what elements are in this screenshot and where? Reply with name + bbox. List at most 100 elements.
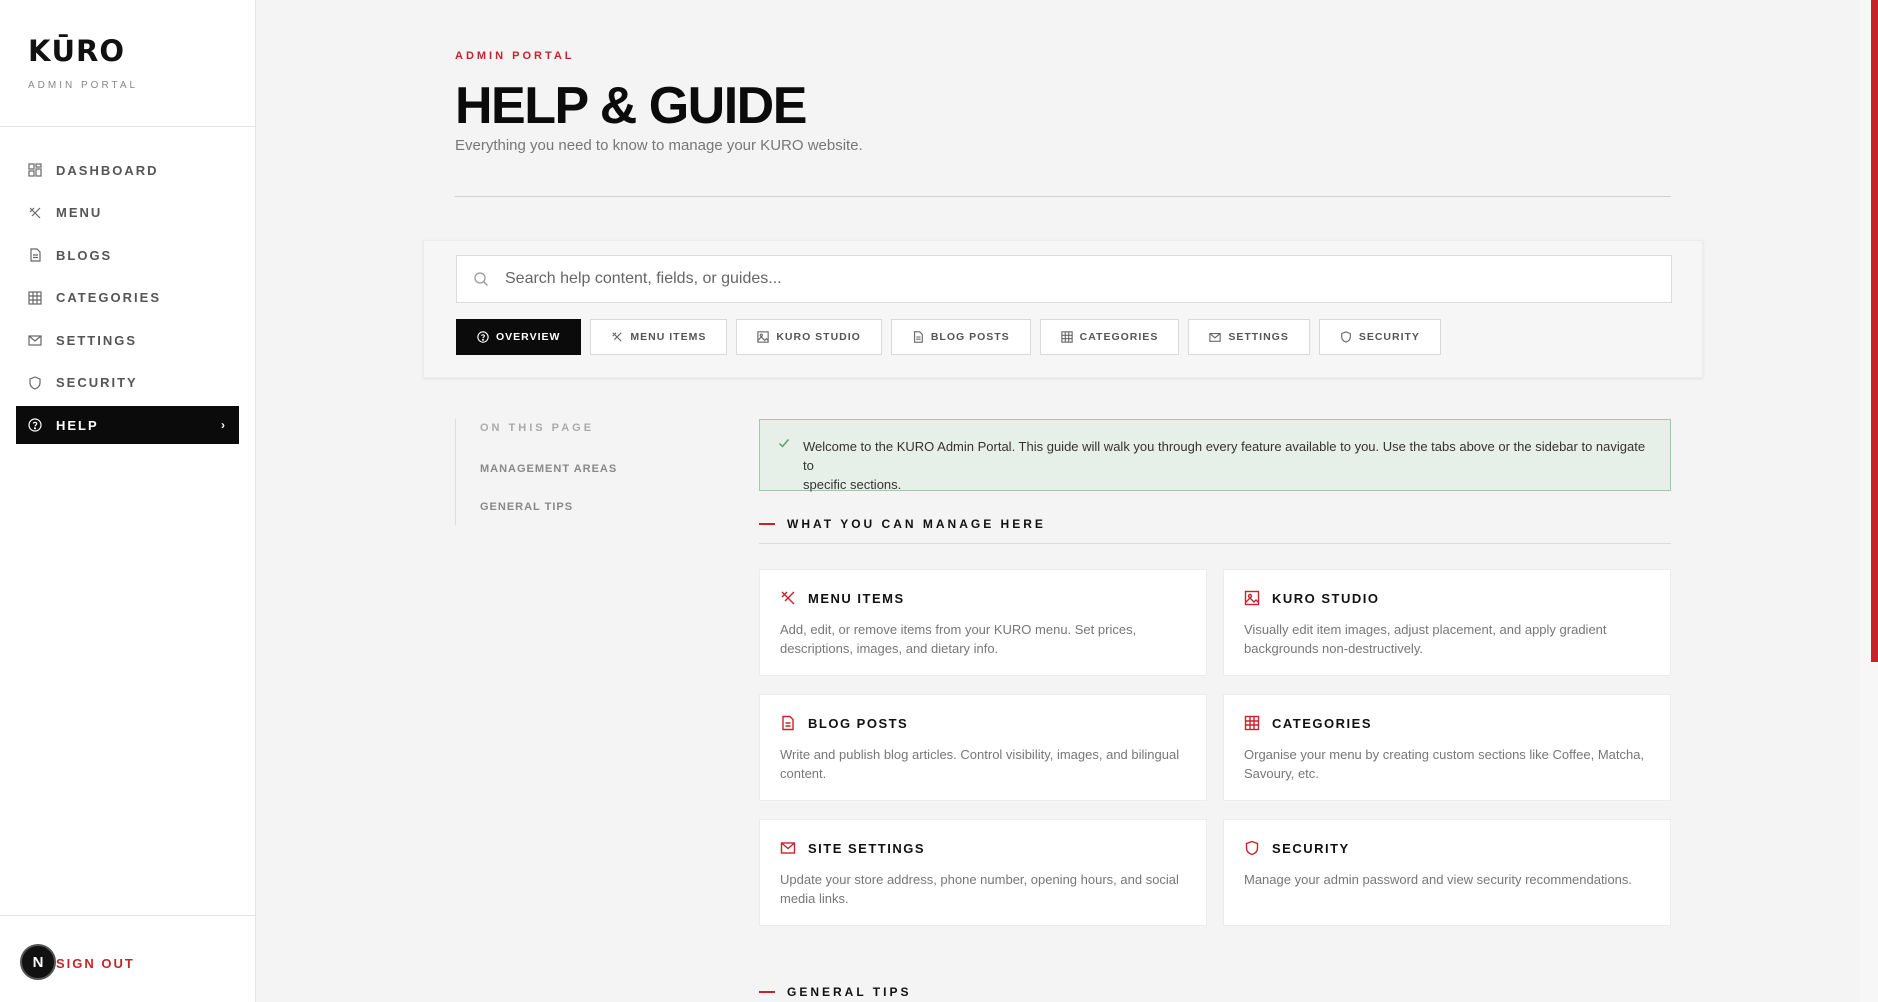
utensils-icon — [780, 590, 796, 606]
toc-item-general-tips[interactable]: GENERAL TIPS — [480, 501, 655, 513]
card-kuro-studio[interactable]: KURO STUDIO Visually edit item images, a… — [1223, 569, 1671, 676]
grid-icon — [1060, 331, 1073, 343]
card-description: Write and publish blog articles. Control… — [780, 747, 1180, 781]
tab-menu-items[interactable]: MENU ITEMS — [590, 319, 728, 355]
sidebar-item-label: SETTINGS — [56, 332, 138, 348]
tab-label: OVERVIEW — [496, 331, 561, 343]
mail-icon — [780, 840, 796, 856]
card-title: SITE SETTINGS — [808, 840, 926, 856]
card-title: SECURITY — [1272, 840, 1350, 856]
sidebar-item-dashboard[interactable]: DASHBOARD — [16, 151, 239, 189]
sidebar-item-label: BLOGS — [56, 247, 113, 263]
tab-label: MENU ITEMS — [630, 331, 707, 343]
scrollbar[interactable] — [1860, 0, 1878, 1002]
toc-title: ON THIS PAGE — [480, 422, 595, 434]
grid-icon — [1244, 715, 1260, 731]
mail-icon — [28, 333, 42, 347]
card-header: CATEGORIES — [1244, 715, 1650, 731]
brand-logo[interactable]: KŪRO — [28, 36, 227, 66]
sidebar-item-blogs[interactable]: BLOGS — [16, 236, 239, 274]
brand-subtitle: ADMIN PORTAL — [28, 80, 139, 91]
sign-out-button[interactable]: SIGN OUT — [56, 956, 135, 971]
grid-icon — [28, 290, 42, 305]
section-dash — [759, 991, 775, 993]
tab-settings[interactable]: SETTINGS — [1188, 319, 1310, 355]
utensils-icon — [28, 206, 42, 220]
card-header: MENU ITEMS — [780, 590, 1186, 606]
scrollbar-thumb[interactable] — [1871, 0, 1878, 662]
card-blog-posts[interactable]: BLOG POSTS Write and publish blog articl… — [759, 694, 1207, 801]
shield-icon — [28, 375, 42, 390]
search-input[interactable] — [505, 270, 1655, 288]
divider — [759, 543, 1671, 544]
on-this-page-nav: ON THIS PAGE MANAGEMENT AREAS GENERAL TI… — [455, 419, 655, 525]
card-description: Visually edit item images, adjust placem… — [1244, 622, 1607, 656]
card-site-settings[interactable]: SITE SETTINGS Update your store address,… — [759, 819, 1207, 926]
welcome-text-line1: Welcome to the KURO Admin Portal. This g… — [803, 439, 1646, 473]
search-panel: OVERVIEW MENU ITEMS KURO STUDIO BLOG POS… — [423, 240, 1703, 378]
help-tabs: OVERVIEW MENU ITEMS KURO STUDIO BLOG POS… — [456, 319, 1450, 355]
sidebar-item-security[interactable]: SECURITY — [16, 364, 239, 402]
help-circle-icon — [477, 331, 489, 343]
card-header: KURO STUDIO — [1244, 590, 1650, 606]
sidebar-item-settings[interactable]: SETTINGS — [16, 321, 239, 359]
section-heading-manage: WHAT YOU CAN MANAGE HERE — [759, 517, 1671, 531]
sidebar-item-menu[interactable]: MENU — [16, 194, 239, 232]
welcome-alert: Welcome to the KURO Admin Portal. This g… — [759, 419, 1671, 492]
tab-label: CATEGORIES — [1079, 331, 1159, 343]
tab-label: BLOG POSTS — [930, 331, 1010, 343]
sidebar-item-label: DASHBOARD — [56, 162, 159, 178]
card-header: SECURITY — [1244, 840, 1650, 856]
section-heading-general-tips: GENERAL TIPS — [759, 985, 1671, 999]
tab-label: SECURITY — [1358, 331, 1420, 343]
card-title: KURO STUDIO — [1272, 590, 1380, 606]
image-icon — [1244, 590, 1260, 606]
sidebar: KŪRO ADMIN PORTAL DASHBOARD MENU BLOGS C… — [0, 0, 256, 1002]
document-icon — [912, 331, 924, 343]
document-icon — [28, 248, 42, 262]
page-subtitle: Everything you need to know to manage yo… — [455, 137, 863, 154]
card-header: BLOG POSTS — [780, 715, 1186, 731]
section-dash — [759, 523, 775, 525]
sidebar-item-categories[interactable]: CATEGORIES — [16, 279, 239, 317]
dev-badge[interactable]: N — [20, 944, 56, 980]
page-eyebrow: ADMIN PORTAL — [455, 50, 575, 62]
main-content: ADMIN PORTAL HELP & GUIDE Everything you… — [256, 0, 1860, 1002]
divider — [455, 196, 1671, 197]
search-box[interactable] — [456, 255, 1672, 303]
dashboard-icon — [28, 163, 42, 177]
tab-blog-posts[interactable]: BLOG POSTS — [890, 319, 1031, 355]
utensils-icon — [611, 331, 623, 343]
shield-icon — [1340, 331, 1352, 343]
chevron-right-icon: › — [221, 418, 227, 432]
sidebar-item-label: CATEGORIES — [56, 290, 161, 305]
card-security[interactable]: SECURITY Manage your admin password and … — [1223, 819, 1671, 926]
search-icon — [473, 271, 489, 287]
toc-item-management-areas[interactable]: MANAGEMENT AREAS — [480, 463, 655, 475]
sidebar-footer: SIGN OUT N — [0, 915, 255, 1002]
tab-kuro-studio[interactable]: KURO STUDIO — [736, 319, 882, 355]
sidebar-item-help[interactable]: HELP › — [16, 406, 239, 444]
card-title: MENU ITEMS — [808, 590, 905, 606]
card-menu-items[interactable]: MENU ITEMS Add, edit, or remove items fr… — [759, 569, 1207, 676]
check-icon — [778, 437, 790, 449]
section-title: GENERAL TIPS — [787, 985, 912, 999]
tab-security[interactable]: SECURITY — [1318, 319, 1441, 355]
tab-label: SETTINGS — [1228, 331, 1289, 343]
brand: KŪRO ADMIN PORTAL — [0, 0, 255, 127]
sidebar-item-label: HELP — [56, 417, 99, 433]
card-description: Manage your admin password and view secu… — [1244, 872, 1633, 887]
card-header: SITE SETTINGS — [780, 840, 1186, 856]
tab-categories[interactable]: CATEGORIES — [1039, 319, 1180, 355]
card-title: CATEGORIES — [1272, 715, 1372, 731]
card-description: Update your store address, phone number,… — [780, 872, 1179, 906]
document-icon — [780, 715, 796, 731]
welcome-text-line2: specific sections. — [803, 477, 902, 492]
mail-icon — [1209, 331, 1222, 343]
sidebar-nav: DASHBOARD MENU BLOGS CATEGORIES SETTINGS… — [0, 127, 255, 444]
sidebar-item-label: MENU — [56, 205, 103, 220]
help-circle-icon — [28, 418, 42, 432]
tab-overview[interactable]: OVERVIEW — [456, 319, 582, 355]
card-description: Add, edit, or remove items from your KUR… — [780, 622, 1137, 656]
card-categories[interactable]: CATEGORIES Organise your menu by creatin… — [1223, 694, 1671, 801]
